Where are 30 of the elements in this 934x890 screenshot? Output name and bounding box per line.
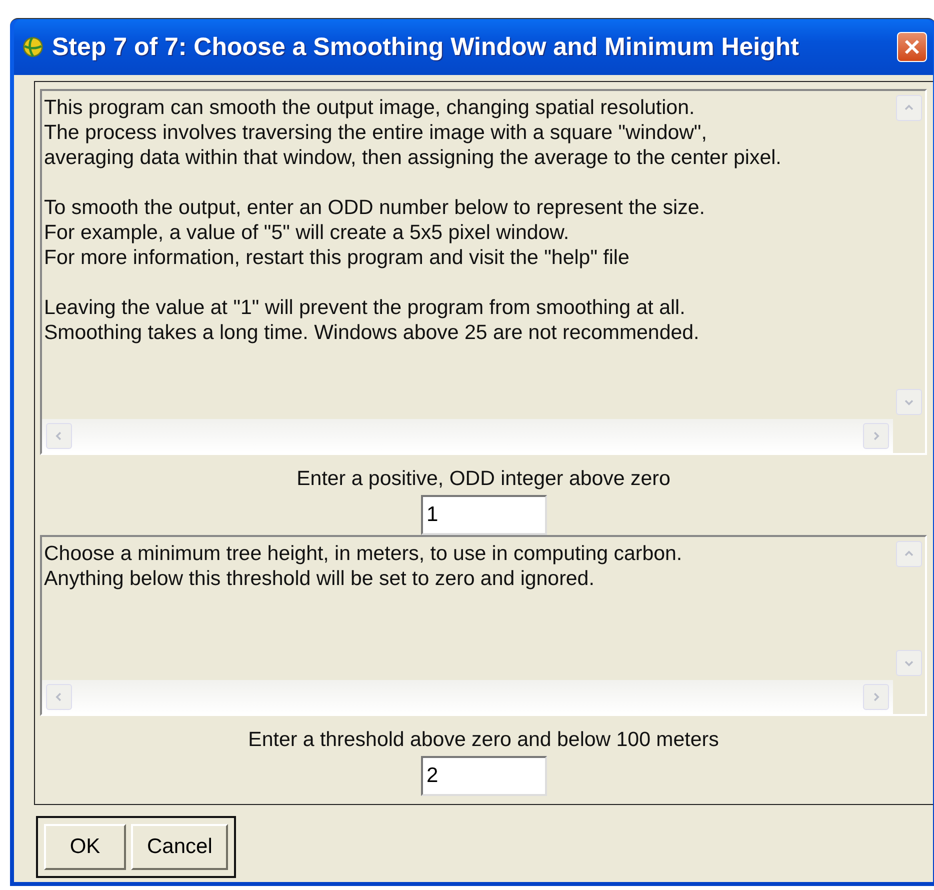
- scroll-up-button[interactable]: [896, 541, 922, 567]
- message-line: The process involves traversing the entire image with a square "window",: [44, 120, 708, 145]
- scroll-left-button[interactable]: [46, 423, 72, 449]
- message-line: For example, a value of "5" will create a 5x5 pixel window.: [44, 220, 570, 245]
- scroll-right-button[interactable]: [863, 684, 889, 710]
- message-line: Choose a minimum tree height, in meters, to use in computing carbon.: [44, 541, 684, 566]
- message-line: Leaving the value at "1" will prevent the program from smoothing at all.: [44, 295, 686, 320]
- prompt-label: Enter a threshold above zero and below 100 meters: [248, 728, 719, 752]
- scroll-right-button[interactable]: [863, 423, 889, 449]
- prompt-label: Enter a positive, ODD integer above zero: [296, 467, 670, 491]
- message-line: Smoothing takes a long time. Windows above 25 are not recommended.: [44, 320, 700, 345]
- message-line: For more information, restart this program and visit the "help" file: [44, 245, 630, 270]
- cancel-button[interactable]: Cancel: [131, 824, 228, 870]
- close-button[interactable]: [897, 32, 927, 62]
- message-line: averaging data within that window, then assigning the average to the center pixel.: [44, 145, 782, 170]
- window-title: Step 7 of 7: Choose a Smoothing Window and Minimum Height: [52, 32, 800, 62]
- scroll-left-button[interactable]: [46, 684, 72, 710]
- input-field[interactable]: 1: [420, 495, 546, 535]
- message-line: To smooth the output, enter an ODD number below to represent the size.: [44, 195, 706, 220]
- ok-button[interactable]: OK: [44, 824, 126, 870]
- scroll-down-button[interactable]: [896, 389, 922, 415]
- horizontal-scrollbar[interactable]: [42, 680, 893, 714]
- globe-icon: [22, 36, 44, 58]
- scroll-down-button[interactable]: [896, 650, 922, 676]
- scroll-up-button[interactable]: [896, 95, 922, 121]
- message-line: This program can smooth the output image, changing spatial resolution.: [44, 95, 696, 120]
- close-icon: [902, 37, 922, 57]
- input-field[interactable]: 2: [420, 756, 546, 796]
- horizontal-scrollbar[interactable]: [42, 419, 893, 453]
- message-line: Anything below this threshold will be set to zero and ignored.: [44, 566, 596, 591]
